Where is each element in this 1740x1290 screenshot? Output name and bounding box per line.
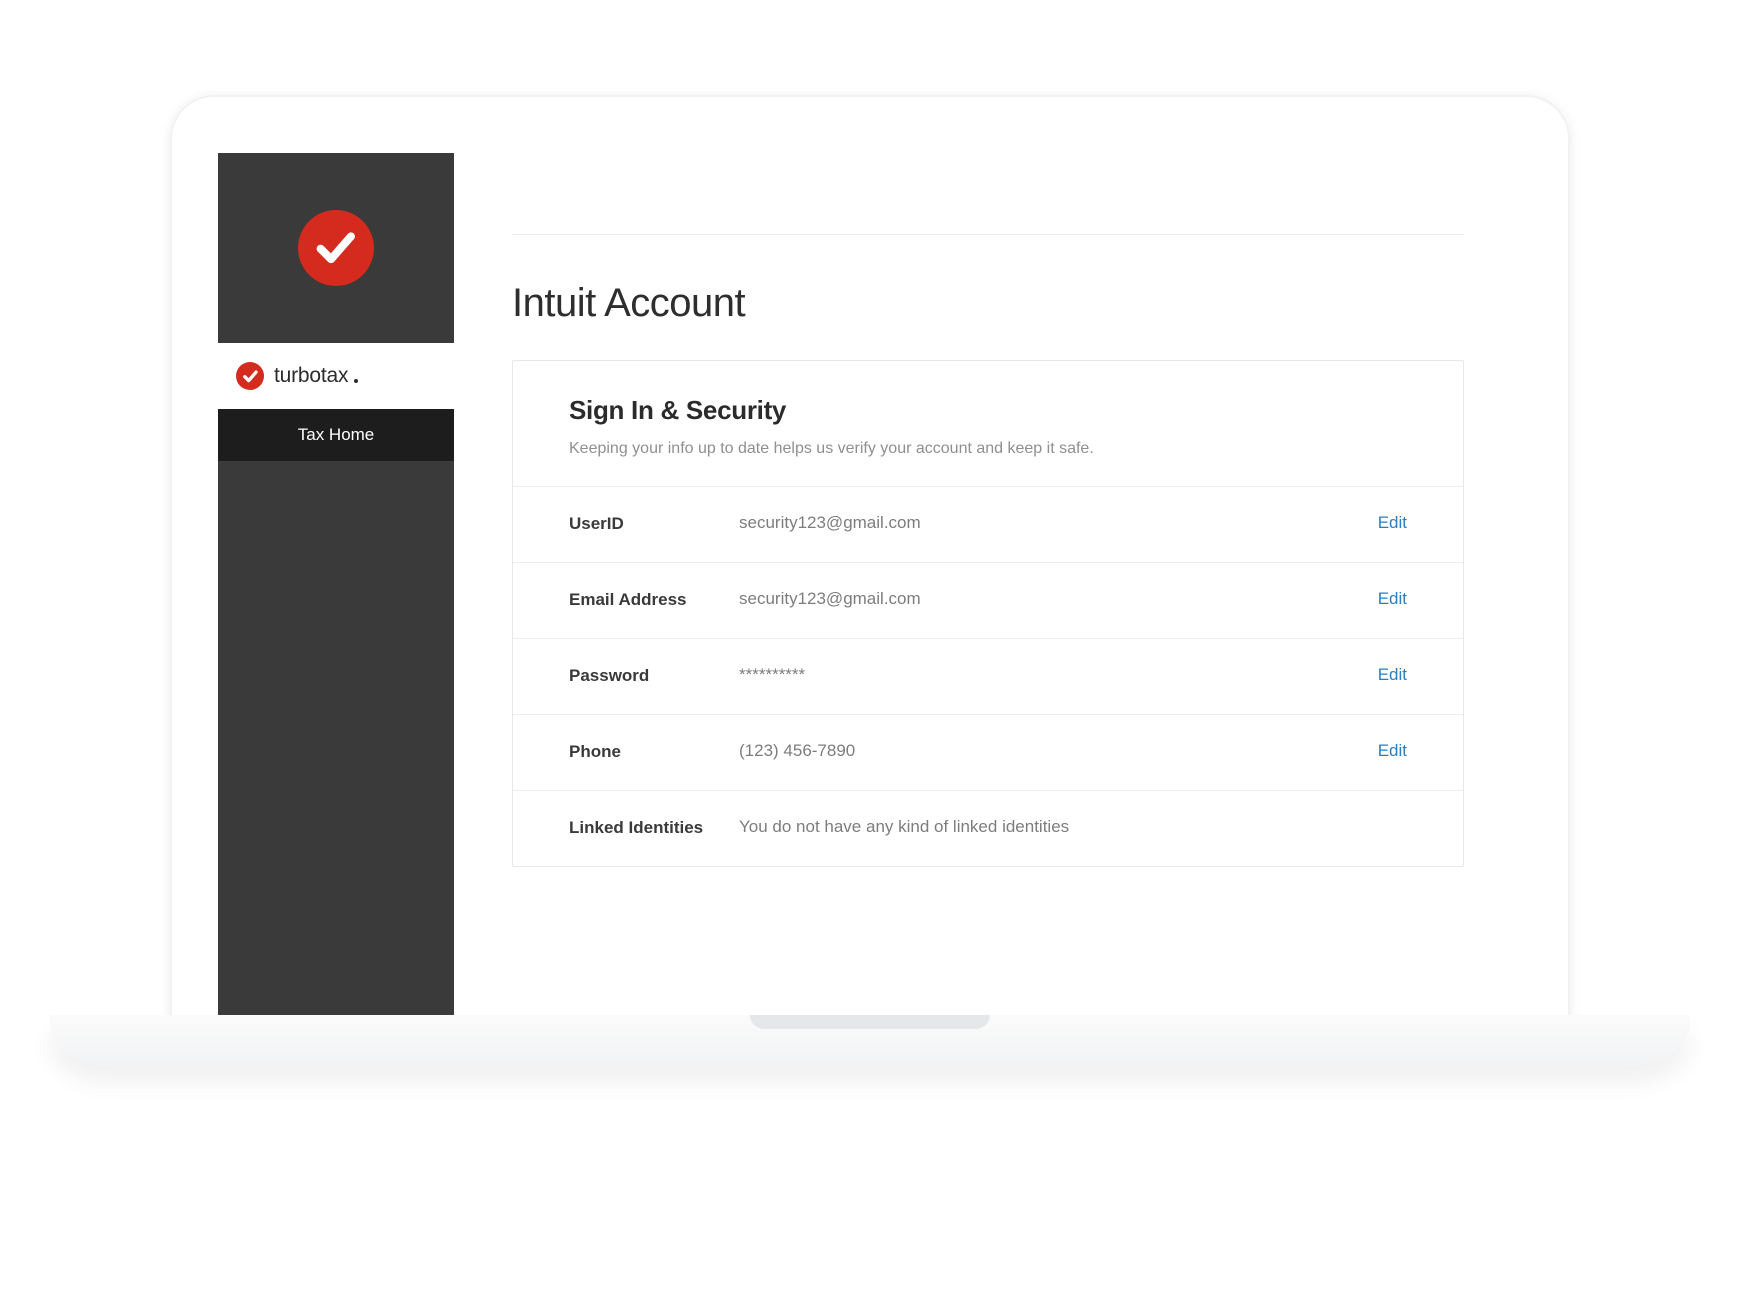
checkmark-icon [242,368,259,385]
row-label: Password [569,665,739,688]
row-label: Linked Identities [569,817,739,840]
turbotax-logo-icon [298,210,374,286]
brand-text: turbotax [274,364,348,388]
sidebar-item-tax-home[interactable]: Tax Home [218,409,454,461]
card-header: Sign In & Security Keeping your info up … [513,361,1463,487]
row-linked-identities: Linked Identities You do not have any ki… [513,791,1463,866]
row-value: (123) 456-7890 [739,741,1378,761]
laptop-base [50,1015,1690,1065]
laptop-frame: turbotax Tax Home Intuit Account Sign In… [50,95,1690,1115]
edit-link-password[interactable]: Edit [1378,665,1407,685]
card-title: Sign In & Security [569,395,1407,426]
checkmark-icon [313,225,359,271]
sidebar-item-label: Tax Home [298,425,375,444]
laptop-notch [750,1015,990,1029]
edit-link-phone[interactable]: Edit [1378,741,1407,761]
laptop-screen: turbotax Tax Home Intuit Account Sign In… [170,95,1570,1025]
page-title: Intuit Account [512,281,1464,326]
row-password: Password ********** Edit [513,639,1463,715]
sidebar: turbotax Tax Home [218,153,454,1025]
header-spacer [512,153,1464,235]
row-value: security123@gmail.com [739,589,1378,609]
main-content: Intuit Account Sign In & Security Keepin… [454,153,1522,1025]
row-email: Email Address security123@gmail.com Edit [513,563,1463,639]
turbotax-logo-icon [236,362,264,390]
row-label: Phone [569,741,739,764]
row-label: Email Address [569,589,739,612]
row-value: security123@gmail.com [739,513,1378,533]
row-userid: UserID security123@gmail.com Edit [513,487,1463,563]
card-subtitle: Keeping your info up to date helps us ve… [569,440,1407,458]
row-value: ********** [739,665,1378,685]
sidebar-brand[interactable]: turbotax [218,343,454,409]
brand-dot-icon [354,379,358,383]
sign-in-security-card: Sign In & Security Keeping your info up … [512,360,1464,867]
row-phone: Phone (123) 456-7890 Edit [513,715,1463,791]
row-value: You do not have any kind of linked ident… [739,817,1407,837]
edit-link-userid[interactable]: Edit [1378,513,1407,533]
sidebar-logo-block [218,153,454,343]
edit-link-email[interactable]: Edit [1378,589,1407,609]
row-label: UserID [569,513,739,536]
